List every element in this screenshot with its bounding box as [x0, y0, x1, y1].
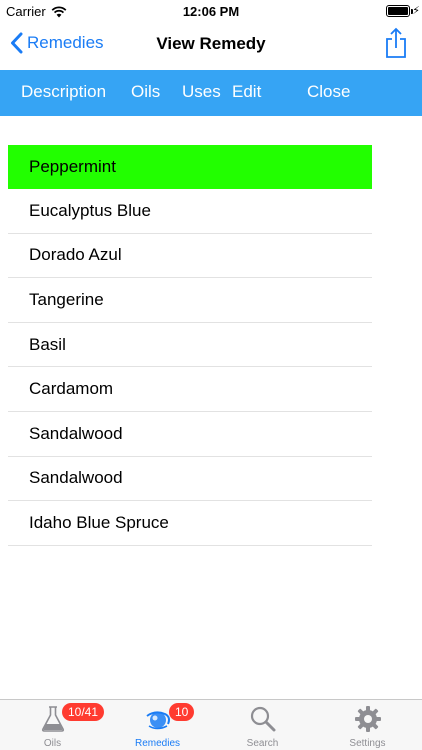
list-item[interactable]: Basil [8, 323, 372, 368]
list-item[interactable]: Peppermint [8, 145, 372, 189]
tab-search[interactable]: Search [210, 700, 315, 750]
magnifier-icon [250, 706, 275, 732]
oil-list: Peppermint Eucalyptus Blue Dorado Azul T… [8, 145, 372, 546]
uses-button[interactable]: Uses [182, 82, 221, 102]
list-item-label: Sandalwood [29, 423, 123, 443]
list-item-label: Dorado Azul [29, 245, 122, 265]
tab-remedies[interactable]: 10 Remedies [105, 700, 210, 750]
gear-icon [354, 706, 381, 732]
status-time: 12:06 PM [182, 4, 240, 19]
tab-bar: 10/41 Oils 10 Remedies Search Settings [0, 699, 422, 750]
share-button[interactable] [382, 26, 410, 60]
battery-icon: ⚡ [386, 5, 420, 17]
list-item[interactable]: Dorado Azul [8, 234, 372, 279]
tab-label: Remedies [134, 738, 181, 749]
chevron-left-icon [11, 32, 23, 54]
charging-bolt-icon: ⚡ [412, 5, 420, 17]
status-bar: Carrier 12:06 PM ⚡ [0, 0, 422, 22]
navigation-bar: Remedies View Remedy [0, 22, 422, 70]
list-item[interactable]: Cardamom [8, 367, 372, 412]
share-icon [386, 27, 406, 58]
remedies-badge: 10 [169, 703, 195, 721]
list-item-label: Eucalyptus Blue [29, 200, 151, 220]
description-button[interactable]: Description [21, 82, 106, 102]
list-item[interactable]: Idaho Blue Spruce [8, 501, 372, 546]
oils-badge: 10/41 [62, 703, 105, 721]
list-item[interactable]: Eucalyptus Blue [8, 189, 372, 234]
list-item-label: Cardamom [29, 379, 114, 399]
list-item[interactable]: Sandalwood [8, 412, 372, 457]
tab-label: Oils [43, 738, 62, 749]
remedy-toolbar: Description Oils Uses Edit Close [0, 70, 422, 116]
list-item-label: Idaho Blue Spruce [29, 512, 169, 532]
tab-oils[interactable]: 10/41 Oils [0, 700, 105, 750]
list-item-label: Peppermint [29, 157, 116, 176]
remedies-swirl-icon [145, 711, 170, 730]
tab-settings[interactable]: Settings [315, 700, 420, 750]
list-item-label: Sandalwood [29, 468, 123, 488]
edit-button[interactable]: Edit [232, 82, 261, 102]
tab-label: Search [246, 738, 279, 749]
list-item[interactable]: Sandalwood [8, 457, 372, 502]
tab-label: Settings [349, 738, 386, 749]
back-button[interactable]: Remedies [10, 32, 104, 54]
close-button[interactable]: Close [307, 82, 350, 102]
list-item-label: Tangerine [29, 289, 104, 309]
list-item-label: Basil [29, 334, 66, 354]
back-button-label: Remedies [27, 33, 104, 52]
list-item[interactable]: Tangerine [8, 278, 372, 323]
oils-button[interactable]: Oils [131, 82, 160, 102]
